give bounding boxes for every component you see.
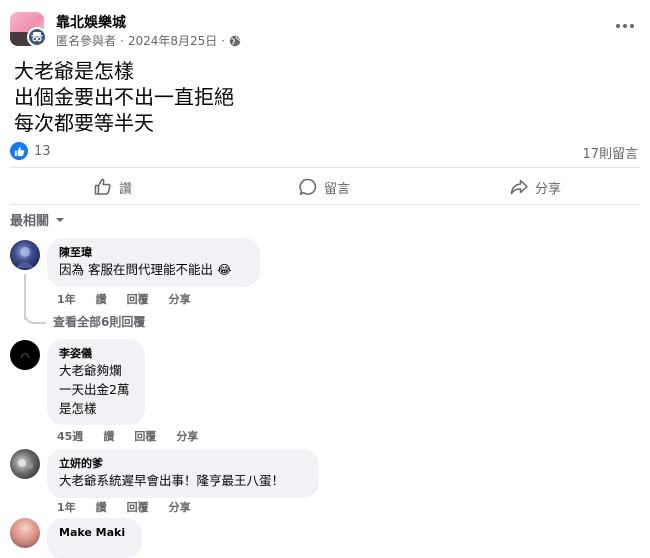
post-date[interactable]: 2024年8月25日 [128,32,217,49]
thumbs-up-icon [94,178,111,195]
like-button[interactable]: 讚 [93,174,132,200]
comment-time[interactable]: 45週 [57,428,83,444]
commenter-name[interactable]: 立妍的爹 [59,456,307,471]
divider [10,204,640,205]
more-horizontal-icon[interactable] [612,14,638,32]
anonymous-avatar-icon [27,27,47,47]
commenter-avatar[interactable] [10,340,40,370]
comment-text-line: 大老爺夠爛 [59,363,122,378]
commenter-avatar[interactable] [10,240,40,270]
post-text-line: 大老爺是怎樣 [14,59,134,83]
comment-reply-button[interactable]: 回覆 [134,428,156,444]
comment-actions: 1年 讚 回覆 分享 [57,499,191,515]
comment-time[interactable]: 1年 [57,499,76,515]
comment-bubble-icon [299,178,317,195]
comment-actions: 1年 讚 回覆 分享 [57,291,191,307]
comment-sort-dropdown[interactable]: 最相關 [10,210,65,229]
globe-icon [229,35,241,46]
comment-bubble: 立妍的爹 大老爺系統遲早會出事！隆亨最王八蛋！ [47,449,319,498]
comment-text-line: 是怎樣 [59,401,97,416]
divider [10,167,640,168]
comments-count[interactable]: 17則留言 [582,143,638,162]
share-arrow-icon [510,179,528,195]
comment-actions: 45週 讚 回覆 分享 [57,428,198,444]
like-count: 13 [34,143,51,159]
post-text-line: 出個金要出不出一直拒絕 [14,85,234,109]
commenter-name[interactable]: 李姿儀 [59,346,133,361]
comment-share-button[interactable]: 分享 [176,428,198,444]
comment-share-button[interactable]: 分享 [169,291,191,307]
view-replies-link[interactable]: 查看全部6則回覆 [53,313,145,330]
commenter-avatar[interactable] [10,518,40,548]
comment-share-button[interactable]: 分享 [169,499,191,515]
avatar-figure [18,459,33,469]
comment-bubble: 李姿儀 大老爺夠爛 一天出金2萬 是怎樣 [47,339,145,425]
comment-button-label: 留言 [324,181,351,197]
post-author: 匿名參與者 [56,34,117,48]
comment-bubble: Make Maki [47,518,142,558]
share-button-label: 分享 [535,181,562,197]
sort-label: 最相關 [10,214,50,229]
avatar-figure [16,247,34,268]
comment-text: 大老爺系統遲早會出事！隆亨最王八蛋！ [59,473,285,488]
like-button-label: 讚 [119,181,133,197]
comment-reply-button[interactable]: 回覆 [127,499,149,515]
like-reaction-icon [10,142,28,160]
commenter-name[interactable]: Make Maki [59,525,130,540]
post-text-line: 每次都要等半天 [14,111,154,135]
post-meta: 匿名參與者 · 2024年8月25日 · [56,32,241,49]
commenter-name[interactable]: 陳至瑋 [59,245,248,260]
comment-reply-button[interactable]: 回覆 [127,291,149,307]
comment-time[interactable]: 1年 [57,291,76,307]
avatar-figure [20,352,30,359]
caret-down-icon [56,217,65,222]
post-header: 靠北娛樂城 匿名參與者 · 2024年8月25日 · [0,0,650,60]
group-name[interactable]: 靠北娛樂城 [56,12,126,32]
reply-thread-connector [24,312,46,324]
comment-button[interactable]: 留言 [298,174,350,200]
meta-separator: · [221,33,226,48]
comment-text-line: 一天出金2萬 [59,382,130,397]
commenter-avatar[interactable] [10,449,40,479]
reaction-summary[interactable]: 13 [10,142,51,160]
comment-like-button[interactable]: 讚 [103,428,114,444]
post-text: 大老爺是怎樣 出個金要出不出一直拒絕 每次都要等半天 [14,58,234,136]
comment-like-button[interactable]: 讚 [96,499,107,515]
share-button[interactable]: 分享 [509,174,561,200]
meta-separator: · [120,33,124,48]
comment-like-button[interactable]: 讚 [96,291,107,307]
comment-bubble: 陳至瑋 因為 客服在問代理能不能出 😂 [47,238,260,287]
comment-text: 因為 客服在問代理能不能出 😂 [59,262,232,277]
